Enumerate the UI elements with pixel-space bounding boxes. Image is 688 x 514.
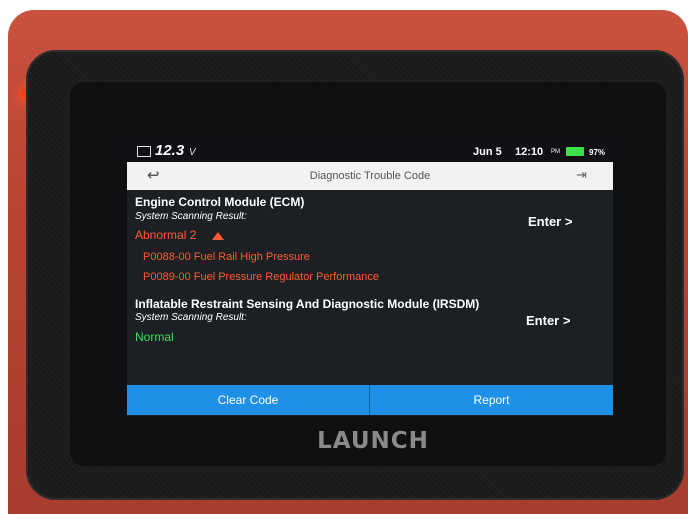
enter-button-irsdm[interactable]: Enter > (526, 313, 570, 328)
battery-percent: 97% (589, 148, 606, 157)
scan-result-label-ecm: System Scanning Result: (135, 211, 247, 222)
status-ampm: PM (551, 149, 560, 155)
share-icon[interactable]: ⇥ (576, 168, 590, 182)
dtc-code-item: P0088-00 Fuel Rail High Pressure (143, 251, 310, 263)
scan-result-label-irsdm: System Scanning Result: (135, 312, 247, 323)
result-status-ecm: Abnormal 2 (135, 228, 197, 242)
vehicle-connection-icon (137, 146, 151, 157)
status-date: Jun 5 (473, 146, 502, 158)
result-status-irsdm: Normal (135, 330, 174, 344)
battery-icon (566, 147, 584, 156)
report-button[interactable]: Report (370, 385, 613, 415)
warning-triangle-icon[interactable] (212, 232, 224, 240)
module-name-irsdm: Inflatable Restraint Sensing And Diagnos… (135, 297, 480, 311)
title-bar: ↩ Diagnostic Trouble Code ⇥ (127, 162, 613, 190)
voltage-unit: V (189, 147, 196, 158)
action-button-bar: Clear Code Report (127, 385, 613, 415)
enter-button-ecm[interactable]: Enter > (528, 214, 572, 229)
device-screen: 12.3 V Jun 5 12:10 PM 97% ↩ Diagnostic T… (127, 140, 613, 416)
brand-logo: LAUNCH (317, 428, 429, 454)
page-title: Diagnostic Trouble Code (309, 170, 431, 182)
dtc-code-item: P0089-00 Fuel Pressure Regulator Perform… (143, 271, 380, 283)
status-bar: 12.3 V Jun 5 12:10 PM 97% (127, 140, 613, 162)
status-time: 12:10 (515, 146, 544, 158)
battery-voltage: 12.3 (155, 142, 185, 159)
module-name-ecm: Engine Control Module (ECM) (135, 195, 305, 209)
clear-code-button[interactable]: Clear Code (127, 385, 370, 415)
